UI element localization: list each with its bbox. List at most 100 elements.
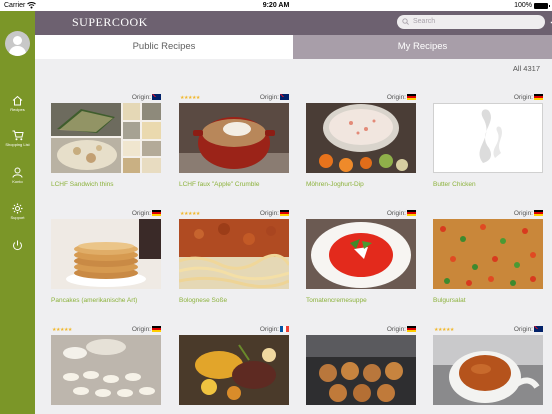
origin-label: Origin: bbox=[131, 210, 151, 217]
recipe-placeholder-image bbox=[433, 103, 543, 173]
origin-label: Origin: bbox=[259, 210, 279, 217]
rating-stars: ★★★★★ bbox=[52, 327, 72, 333]
flag-de-icon bbox=[152, 210, 161, 216]
flag-fr-icon bbox=[280, 326, 289, 332]
home-icon bbox=[12, 95, 23, 106]
user-icon bbox=[12, 167, 23, 178]
recipe-meta: Origin: bbox=[433, 93, 543, 103]
recipe-card[interactable]: Origin: Bulgursalat bbox=[433, 209, 543, 304]
origin-label: Origin: bbox=[386, 94, 406, 101]
origin-label: Origin: bbox=[259, 326, 279, 333]
recipe-image bbox=[306, 335, 416, 405]
recipe-card[interactable]: Origin: Tomatencremesuppe bbox=[306, 209, 416, 304]
recipe-meta: Origin: bbox=[306, 209, 416, 219]
recipe-image bbox=[179, 219, 289, 289]
sidebar-item-label: Konto bbox=[12, 179, 23, 184]
status-bar: Carrier 9:20 AM 100% bbox=[0, 0, 552, 11]
recipe-title: Bulgursalat bbox=[433, 297, 466, 304]
sidebar-item-support[interactable]: Support bbox=[0, 203, 35, 220]
cart-icon bbox=[12, 130, 24, 141]
origin-label: Origin: bbox=[386, 326, 406, 333]
recipe-title: Tomatencremesuppe bbox=[306, 297, 367, 304]
recipe-meta: ★★★★★ Origin: bbox=[179, 93, 289, 103]
recipe-meta: ★★★★★ Origin: bbox=[179, 209, 289, 219]
recipe-card[interactable]: Origin: Butter Chicken bbox=[433, 93, 543, 188]
recipe-title: Bolognese Soße bbox=[179, 297, 228, 304]
recipe-card[interactable]: Origin: Möhren-Joghurt-Dip bbox=[306, 93, 416, 188]
recipe-meta: ★★★★★ Origin: bbox=[433, 325, 543, 335]
avatar-head-shape bbox=[13, 36, 22, 45]
origin-label: Origin: bbox=[131, 326, 151, 333]
sidebar-item-recipes[interactable]: Recipes bbox=[0, 95, 35, 112]
flag-au-icon bbox=[152, 94, 161, 100]
sidebar-item-konto[interactable]: Konto bbox=[0, 167, 35, 184]
flag-de-icon bbox=[152, 326, 161, 332]
battery-percent: 100% bbox=[514, 2, 532, 9]
recipe-card[interactable]: Origin: bbox=[306, 325, 416, 413]
recipe-meta: ★★★★★ Origin: bbox=[51, 325, 161, 335]
recipe-title: Butter Chicken bbox=[433, 181, 476, 188]
origin-label: Origin: bbox=[513, 326, 533, 333]
origin-label: Origin: bbox=[131, 94, 151, 101]
recipe-meta: Origin: bbox=[179, 325, 289, 335]
flag-de-icon bbox=[407, 210, 416, 216]
sidebar-item-logout[interactable] bbox=[0, 240, 35, 251]
recipe-card[interactable]: ★★★★★ Origin: LCHF faux "Apple" Crumble bbox=[179, 93, 289, 188]
recipe-image bbox=[179, 103, 289, 173]
sidebar-item-label: Support bbox=[10, 215, 25, 220]
recipe-tabs: Public Recipes My Recipes bbox=[35, 35, 552, 59]
recipe-meta: Origin: bbox=[306, 325, 416, 335]
rating-stars: ★★★★★ bbox=[434, 327, 454, 333]
recipe-card[interactable]: ★★★★★ Origin: bbox=[433, 325, 543, 413]
flag-au-icon bbox=[280, 94, 289, 100]
recipe-count: All 4317 bbox=[512, 64, 540, 73]
top-header: SUPERCOOK Search bbox=[35, 11, 552, 35]
origin-label: Origin: bbox=[513, 94, 533, 101]
tab-public-recipes[interactable]: Public Recipes bbox=[35, 35, 293, 59]
app-window: Carrier 9:20 AM 100% Recipes Shopping Li… bbox=[0, 0, 552, 414]
flag-de-icon bbox=[534, 210, 543, 216]
avatar-body-shape bbox=[9, 46, 26, 56]
sidebar-item-label: Shopping List bbox=[5, 142, 30, 147]
count-bar: All 4317 bbox=[35, 59, 552, 79]
sidebar-item-label: Recipes bbox=[10, 107, 25, 112]
supercook-logo[interactable]: SUPERCOOK bbox=[72, 15, 148, 30]
recipe-card[interactable]: Origin: bbox=[179, 325, 289, 413]
recipe-title: Möhren-Joghurt-Dip bbox=[306, 181, 364, 188]
flag-au-icon bbox=[534, 326, 543, 332]
clock-time: 9:20 AM bbox=[262, 2, 290, 9]
gear-icon bbox=[12, 203, 23, 214]
flag-de-icon bbox=[534, 94, 543, 100]
flag-de-icon bbox=[407, 326, 416, 332]
flag-de-icon bbox=[407, 94, 416, 100]
origin-label: Origin: bbox=[386, 210, 406, 217]
recipe-card[interactable]: ★★★★★ Origin: Bolognese Soße bbox=[179, 209, 289, 304]
rating-stars: ★★★★★ bbox=[180, 95, 200, 101]
origin-label: Origin: bbox=[513, 210, 533, 217]
search-placeholder: Search bbox=[413, 18, 436, 25]
rating-stars: ★★★★★ bbox=[180, 211, 200, 217]
power-icon bbox=[13, 240, 22, 251]
recipe-card[interactable]: Origin: LCHF Sandwich thins bbox=[51, 93, 161, 188]
tab-my-recipes[interactable]: My Recipes bbox=[293, 35, 552, 59]
recipe-image bbox=[51, 335, 161, 405]
recipe-card[interactable]: ★★★★★ Origin: bbox=[51, 325, 161, 413]
sidebar-item-shopping-list[interactable]: Shopping List bbox=[0, 130, 35, 147]
recipe-title: Pancakes (amerikanische Art) bbox=[51, 297, 138, 304]
search-input[interactable]: Search bbox=[397, 15, 545, 29]
recipe-card[interactable]: Origin: Pancakes (amerikanische Art) bbox=[51, 209, 161, 304]
recipe-image bbox=[433, 219, 543, 289]
recipe-image bbox=[51, 219, 161, 289]
recipe-image bbox=[179, 335, 289, 405]
recipe-image bbox=[51, 103, 161, 173]
avatar[interactable] bbox=[5, 31, 30, 56]
recipe-meta: Origin: bbox=[433, 209, 543, 219]
battery-icon bbox=[534, 3, 550, 9]
origin-label: Origin: bbox=[259, 94, 279, 101]
recipe-title: LCHF faux "Apple" Crumble bbox=[179, 181, 260, 188]
recipe-title: LCHF Sandwich thins bbox=[51, 181, 114, 188]
recipe-grid: Origin: LCHF Sandwich thins ★★★★★ Origin… bbox=[35, 79, 552, 414]
search-icon bbox=[402, 18, 409, 25]
recipe-image bbox=[306, 219, 416, 289]
recipe-meta: Origin: bbox=[51, 209, 161, 219]
